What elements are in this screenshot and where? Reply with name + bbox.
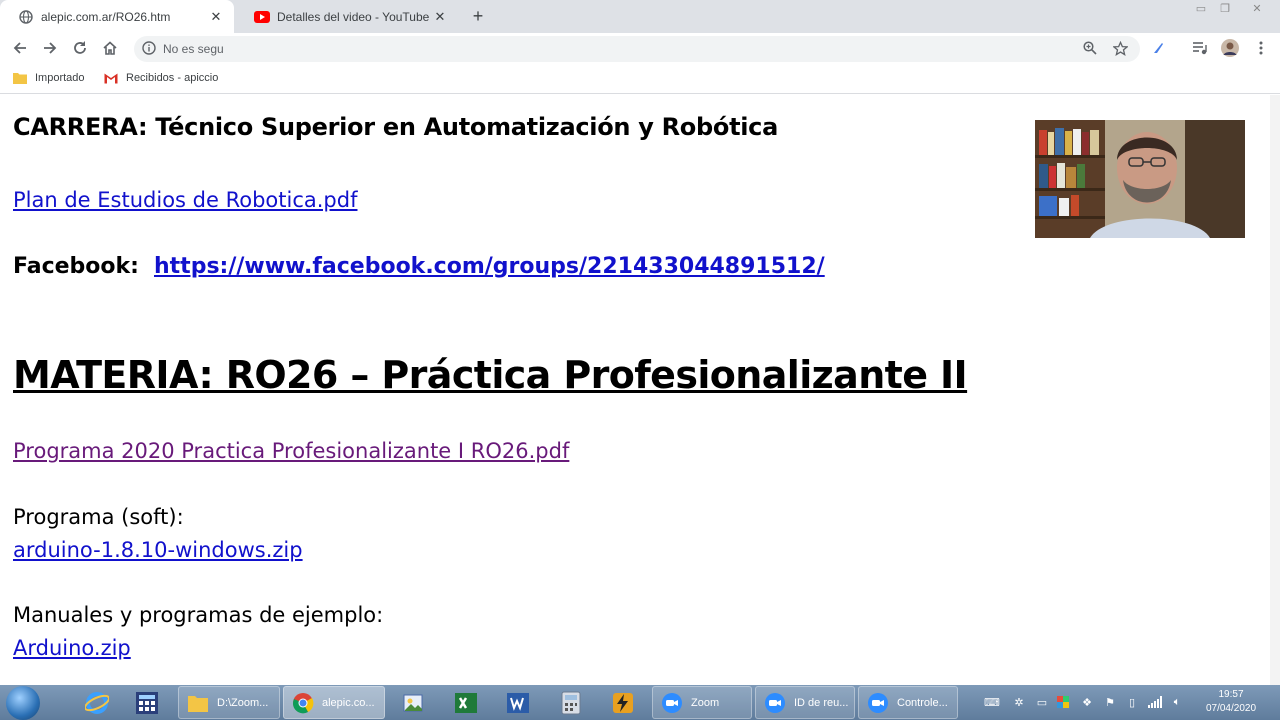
new-tab-button[interactable]: + xyxy=(468,6,488,26)
lightning-icon xyxy=(610,690,636,716)
word-pinned[interactable] xyxy=(499,686,537,719)
page-content: CARRERA: Técnico Superior en Automatizac… xyxy=(0,95,1270,685)
profile-icon[interactable] xyxy=(1219,37,1241,59)
star-icon[interactable] xyxy=(1109,37,1131,59)
taskbar-label: Zoom xyxy=(691,696,720,709)
word-icon xyxy=(505,690,531,716)
chrome-icon xyxy=(290,690,316,716)
home-icon[interactable] xyxy=(99,37,121,59)
facebook-group-link[interactable]: https://www.facebook.com/groups/22143304… xyxy=(154,254,825,279)
arduino-zip-link[interactable]: Arduino.zip xyxy=(13,636,131,660)
browser-toolbar: No es seguro xyxy=(0,33,1280,64)
tray-monitor-icon[interactable]: ▭ xyxy=(1034,694,1050,710)
taskbar-item-controls[interactable]: Controle... xyxy=(858,686,958,719)
youtube-icon xyxy=(254,9,270,25)
manuals-label: Manuales y programas de ejemplo: xyxy=(13,603,384,627)
career-title: CARRERA: Técnico Superior en Automatizac… xyxy=(13,113,778,141)
maximize-icon[interactable]: ❐ xyxy=(1214,0,1236,16)
zoom-app-icon xyxy=(865,690,891,716)
taskbar-item-chrome[interactable]: alepic.co... xyxy=(283,686,385,719)
app-grid-icon xyxy=(134,690,160,716)
keyboard-icon[interactable]: ⌨ xyxy=(984,694,1000,710)
ie-pinned[interactable] xyxy=(78,686,116,719)
close-icon[interactable]: ✕ xyxy=(208,9,224,25)
tray-app-icon[interactable]: ✲ xyxy=(1011,694,1027,710)
forward-icon[interactable] xyxy=(39,37,61,59)
arduino-download-link[interactable]: arduino-1.8.10-windows.zip xyxy=(13,538,303,562)
info-icon[interactable] xyxy=(142,41,158,57)
dropbox-icon[interactable]: ❖ xyxy=(1079,694,1095,710)
menu-icon[interactable] xyxy=(1250,37,1272,59)
flag-icon[interactable]: ⚑ xyxy=(1102,694,1118,710)
webcam-video xyxy=(1035,120,1245,238)
url-overlay xyxy=(224,42,464,56)
start-button[interactable] xyxy=(6,686,40,720)
calculator-pinned[interactable] xyxy=(128,686,166,719)
gmail-icon xyxy=(104,71,118,85)
back-icon[interactable] xyxy=(9,37,31,59)
tab-alepic[interactable]: alepic.com.ar/RO26.htm ✕ xyxy=(0,0,234,33)
taskbar-label: Controle... xyxy=(897,696,948,709)
taskbar-label: D:\Zoom... xyxy=(217,696,269,709)
facebook-label: Facebook: xyxy=(13,254,139,279)
paint-icon xyxy=(400,690,426,716)
winamp-pinned[interactable] xyxy=(604,686,642,719)
taskbar-item-zoom[interactable]: Zoom xyxy=(652,686,752,719)
zoom-app-icon xyxy=(762,690,788,716)
excel-pinned[interactable] xyxy=(447,686,485,719)
battery-icon[interactable]: ▯ xyxy=(1124,694,1140,710)
bookmark-label: Importado xyxy=(35,72,85,84)
tab-title: alepic.com.ar/RO26.htm xyxy=(41,9,171,24)
bookmark-recibidos[interactable]: Recibidos - apiccio xyxy=(104,71,218,85)
system-clock[interactable]: 19:57 07/04/2020 xyxy=(1196,688,1266,716)
globe-icon xyxy=(18,9,34,25)
programa-link[interactable]: Programa 2020 Practica Profesionalizante… xyxy=(13,439,569,463)
internet-explorer-icon xyxy=(84,690,110,716)
minimize-icon[interactable]: ▭ xyxy=(1190,0,1212,16)
calculator-app-pinned[interactable] xyxy=(552,686,590,719)
folder-icon xyxy=(13,71,27,85)
close-icon[interactable]: ✕ xyxy=(432,9,448,25)
clock-time: 19:57 xyxy=(1218,689,1244,700)
media-icon[interactable] xyxy=(1189,37,1211,59)
tab-title: Detalles del video - YouTube Studio xyxy=(277,9,432,24)
clock-date: 07/04/2020 xyxy=(1205,703,1257,714)
address-bar[interactable]: No es seguro xyxy=(134,36,1140,62)
taskbar-label: alepic.co... xyxy=(322,696,375,709)
taskbar-item-meeting-id[interactable]: ID de reu... xyxy=(755,686,855,719)
zoom-app-icon xyxy=(659,690,685,716)
excel-icon xyxy=(453,690,479,716)
tab-youtube-studio[interactable]: Detalles del video - YouTube Studio ✕ xyxy=(236,0,458,33)
paint-pinned[interactable] xyxy=(394,686,432,719)
folder-icon xyxy=(185,690,211,716)
taskbar-label: ID de reu... xyxy=(794,696,849,709)
taskbar-item-explorer[interactable]: D:\Zoom... xyxy=(178,686,280,719)
network-icon[interactable] xyxy=(1147,694,1163,710)
bookmark-label: Recibidos - apiccio xyxy=(126,72,219,84)
extension-icon[interactable] xyxy=(1147,37,1169,59)
tray-color-icon[interactable] xyxy=(1055,694,1071,710)
zoom-icon[interactable] xyxy=(1079,37,1101,59)
bookmarks-bar: Importado Recibidos - apiccio xyxy=(0,64,1280,94)
scrollbar[interactable] xyxy=(1270,95,1280,685)
window-close-icon[interactable]: ✕ xyxy=(1246,0,1268,16)
soft-label: Programa (soft): xyxy=(13,505,184,529)
tab-strip: alepic.com.ar/RO26.htm ✕ Detalles del vi… xyxy=(0,0,1280,33)
subject-title: MATERIA: RO26 – Práctica Profesionalizan… xyxy=(13,353,968,397)
reload-icon[interactable] xyxy=(69,37,91,59)
calculator-icon xyxy=(558,690,584,716)
volume-icon[interactable]: 🔈︎ xyxy=(1169,694,1185,710)
bookmark-importado[interactable]: Importado xyxy=(13,71,85,85)
windows-taskbar: D:\Zoom... alepic.co... Zoom ID de reu..… xyxy=(0,685,1280,720)
plan-estudios-link[interactable]: Plan de Estudios de Robotica.pdf xyxy=(13,188,357,212)
